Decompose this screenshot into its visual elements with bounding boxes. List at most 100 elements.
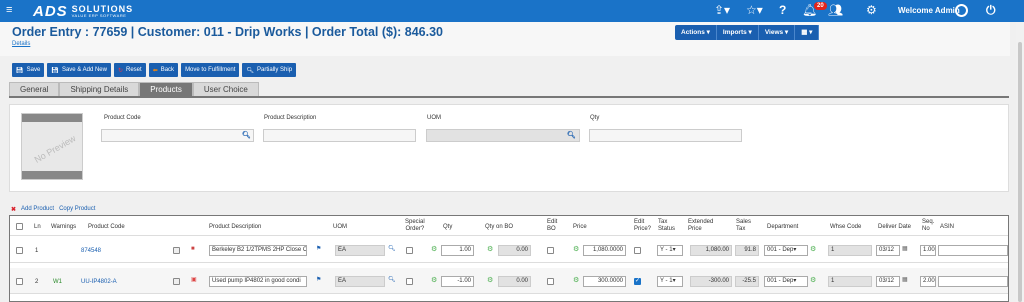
product-code-link[interactable]: UU-IP4802-A (81, 278, 117, 286)
copy-product-link[interactable]: Copy Product (59, 206, 95, 213)
header-asin[interactable]: ASIN (940, 224, 954, 231)
calendar-icon[interactable]: ▦ (902, 245, 908, 253)
special-order-checkbox[interactable] (406, 278, 413, 285)
tab-underline (9, 96, 1009, 98)
product-code-label: Product Code (104, 115, 141, 121)
row-checkbox[interactable] (16, 247, 23, 254)
asin-field[interactable] (938, 276, 1008, 287)
gear-icon[interactable]: ⚙ (866, 3, 877, 17)
uom-input[interactable] (426, 129, 580, 142)
reset-button[interactable]: ↻ Reset (113, 63, 146, 77)
asin-field[interactable] (938, 245, 1008, 256)
uom-field[interactable]: EA (335, 276, 385, 287)
action-bar: Actions ▾ Imports ▾ Views ▾ ▦ ▾ (675, 25, 820, 40)
remove-icon[interactable]: ✖ (11, 206, 16, 213)
details-link[interactable]: Details (12, 41, 30, 47)
price-gear-icon[interactable]: ⚙ (573, 276, 579, 284)
logo-tagline: VALUE ERP SOFTWARE (71, 12, 127, 18)
price-field[interactable]: 300.0000 (583, 276, 626, 287)
move-to-fulfillment-button[interactable]: Move to Fulfillment (181, 63, 240, 77)
save-add-new-button[interactable]: 💾︎ Save & Add New (47, 63, 111, 77)
tab-general[interactable]: General (9, 82, 60, 96)
qty-bo-gear-icon[interactable]: ⚙ (487, 245, 493, 253)
partially-ship-button[interactable]: 🔍︎ Partially Ship (242, 63, 297, 77)
edit-bo-checkbox[interactable] (547, 247, 554, 254)
table-row[interactable]: 1 874548 ■ Berkeley B2 1/2TPMS 2HP Close… (10, 237, 1008, 263)
qty-field[interactable]: -1.00 (441, 276, 474, 287)
flag-icon[interactable]: ⚑ (316, 276, 321, 284)
product-code-input[interactable] (101, 129, 254, 142)
tab-shipping-details[interactable]: Shipping Details (59, 82, 140, 96)
hamburger-menu-icon[interactable]: ≡ (6, 4, 12, 16)
tax-status-select[interactable]: Y - 1▾ (657, 276, 683, 287)
row-option-checkbox[interactable] (173, 278, 180, 285)
header-qty-on-bo[interactable]: Qty on BO (485, 224, 513, 231)
product-code-search-icon[interactable]: 🔍︎ (242, 131, 251, 139)
views-dropdown[interactable]: Views ▾ (759, 25, 796, 40)
header-price[interactable]: Price (573, 224, 587, 231)
header-uom[interactable]: UOM (333, 224, 347, 231)
qty-bo-gear-icon[interactable]: ⚙ (487, 276, 493, 284)
add-product-link[interactable]: Add Product (21, 206, 54, 213)
special-order-checkbox[interactable] (406, 247, 413, 254)
edit-price-checkbox[interactable]: ✓ (634, 278, 641, 285)
user-icon[interactable] (955, 4, 968, 17)
users-icon[interactable]: 👥︎ (828, 3, 843, 17)
deliver-date-field[interactable]: 03/12 (876, 276, 900, 287)
header-whse-code[interactable]: Whse Code (830, 224, 861, 231)
product-code-link[interactable]: 874548 (81, 247, 101, 255)
seq-no-field[interactable]: 1.00 (920, 245, 936, 256)
uom-label: UOM (427, 115, 441, 121)
whse-code-field: 1 (828, 245, 872, 256)
imports-dropdown[interactable]: Imports ▾ (717, 25, 759, 40)
qty-gear-icon[interactable]: ⚙ (431, 245, 437, 253)
select-all-checkbox[interactable] (16, 223, 23, 230)
product-entry-panel (9, 104, 1009, 192)
edit-price-checkbox[interactable] (634, 247, 641, 254)
row-checkbox[interactable] (16, 278, 23, 285)
tab-user-choice[interactable]: User Choice (192, 82, 259, 96)
share-icon[interactable]: ⇪▾ (714, 3, 730, 17)
tax-status-select[interactable]: Y - 1▾ (657, 245, 683, 256)
uom-search-icon[interactable]: 🔍︎ (388, 245, 396, 253)
qty-gear-icon[interactable]: ⚙ (431, 276, 437, 284)
tab-products[interactable]: Products (139, 82, 193, 96)
qty-field[interactable]: 1.00 (441, 245, 474, 256)
save-button[interactable]: 💾︎ Save (12, 63, 45, 77)
header-deliver-date[interactable]: Deliver Date (878, 224, 911, 231)
row-option-checkbox[interactable] (173, 247, 180, 254)
power-icon[interactable]: ⏻ (986, 3, 996, 18)
toolbar: 💾︎ Save 💾︎ Save & Add New ↻ Reset ⬅︎ Back Mo… (12, 63, 297, 77)
seq-no-field[interactable]: 2.00 (920, 276, 936, 287)
edit-bo-checkbox[interactable] (547, 278, 554, 285)
actions-dropdown[interactable]: Actions ▾ (675, 25, 717, 40)
back-button[interactable]: ⬅︎ Back (148, 63, 179, 77)
price-field[interactable]: 1,080.0000 (583, 245, 626, 256)
deliver-date-field[interactable]: 03/12 (876, 245, 900, 256)
table-row[interactable]: 2 W1 UU-IP4802-A ▣ Used pump IP4802 in g… (10, 268, 1008, 294)
qty-input[interactable] (589, 129, 742, 142)
header-qty[interactable]: Qty (443, 224, 452, 231)
flag-icon[interactable]: ⚑ (316, 245, 321, 253)
product-description-field[interactable]: Berkeley B2 1/2TPMS 2HP Close C (209, 245, 307, 256)
sales-tax-field: -25.5 (735, 276, 759, 287)
department-select[interactable]: 001 - Dep▾ (764, 245, 808, 256)
product-description-field[interactable]: Used pump IP4802 in good condi (209, 276, 307, 287)
header-department[interactable]: Department (767, 224, 798, 231)
search-icon: 🔍︎ (246, 67, 255, 74)
department-gear-icon[interactable]: ⚙ (810, 276, 816, 284)
help-icon[interactable]: ? (779, 3, 786, 17)
calendar-dropdown[interactable]: ▦ ▾ (795, 25, 820, 40)
department-gear-icon[interactable]: ⚙ (810, 245, 816, 253)
product-description-input[interactable] (263, 129, 416, 142)
scrollbar[interactable] (1016, 22, 1024, 302)
uom-search-icon[interactable]: 🔍︎ (567, 131, 576, 139)
price-gear-icon[interactable]: ⚙ (573, 245, 579, 253)
uom-field[interactable]: EA (335, 245, 385, 256)
header-product-description[interactable]: Product Description (209, 224, 261, 231)
calendar-icon[interactable]: ▦ (902, 276, 908, 284)
star-icon[interactable]: ☆▾ (746, 3, 763, 17)
header-product-code[interactable]: Product Code (88, 224, 125, 231)
uom-search-icon[interactable]: 🔍︎ (388, 276, 396, 284)
department-select[interactable]: 001 - Dep▾ (764, 276, 808, 287)
